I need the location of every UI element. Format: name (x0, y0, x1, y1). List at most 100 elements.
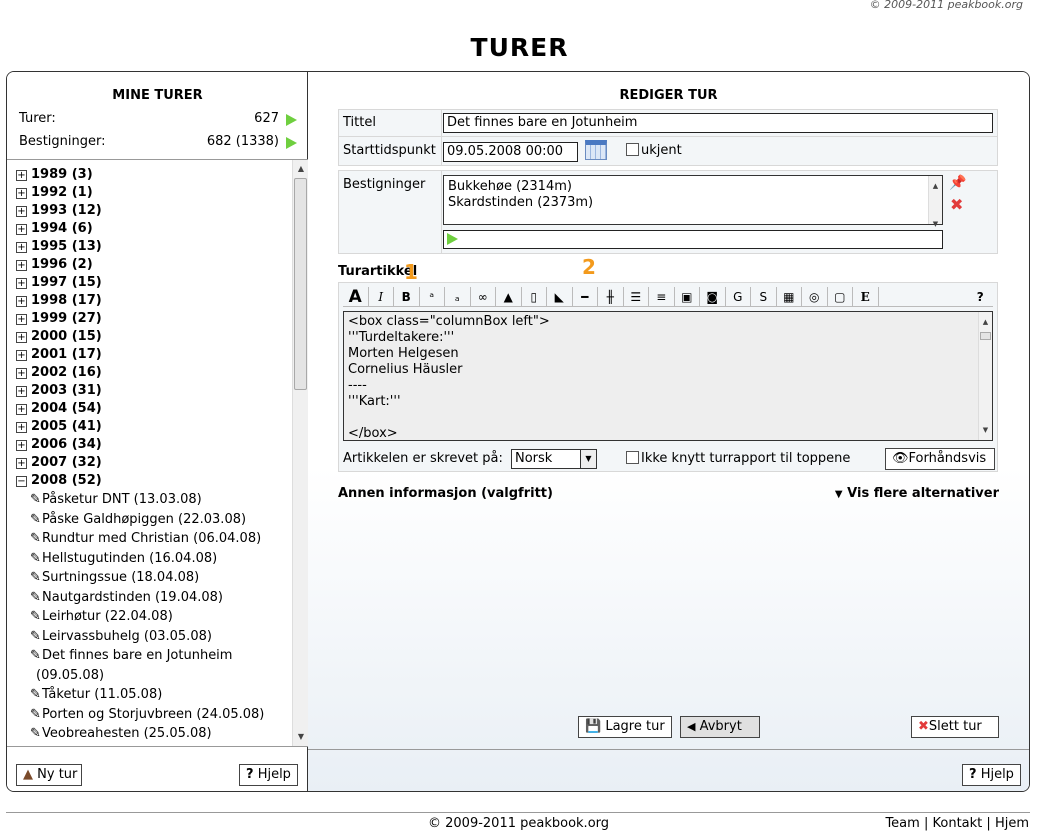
trip-item[interactable]: (09.05.08) (16, 666, 286, 686)
expand-icon[interactable]: + (16, 458, 27, 469)
year-item[interactable]: +1999 (27) (16, 310, 286, 328)
bookmark-icon[interactable]: ▯ (522, 287, 547, 307)
help-icon[interactable]: ? (968, 287, 994, 307)
expand-icon[interactable]: + (16, 296, 27, 307)
tree-scrollbar[interactable]: ▲ ▼ (292, 160, 308, 746)
trip-item[interactable]: ✎Leirhøtur (22.04.08) (16, 607, 286, 627)
scroll-down-icon[interactable]: ▼ (293, 730, 308, 744)
expand-icon[interactable]: + (16, 260, 27, 271)
footer-link-hjem[interactable]: Hjem (995, 816, 1029, 831)
expand-icon[interactable]: − (16, 476, 27, 487)
horizontal-rule-icon[interactable]: ━ (573, 287, 598, 307)
image-icon[interactable]: ▣ (675, 287, 700, 307)
year-item[interactable]: +1992 (1) (16, 184, 286, 202)
trip-item[interactable]: ✎Nautgardstinden (19.04.08) (16, 588, 286, 608)
trip-item[interactable]: ✎Rundtur med Christian (06.04.08) (16, 529, 286, 549)
trip-label[interactable]: Hellstugutinden (16.04.08) (42, 551, 217, 566)
year-item[interactable]: +1994 (6) (16, 220, 286, 238)
year-item[interactable]: +2003 (31) (16, 382, 286, 400)
right-help-button[interactable]: ? Hjelp (962, 764, 1021, 786)
subscript-icon[interactable]: ₐ (445, 287, 471, 307)
year-item[interactable]: +1998 (17) (16, 292, 286, 310)
trip-item[interactable]: ✎Surtningssue (18.04.08) (16, 568, 286, 588)
preview-button[interactable]: 👁Forhåndsvis (885, 448, 995, 470)
numbered-list-icon[interactable]: ≡ (649, 287, 675, 307)
trip-item[interactable]: ✎Påsketur DNT (13.03.08) (16, 490, 286, 510)
trip-item[interactable]: ✎Porten og Storjuvbreen (24.05.08) (16, 705, 286, 725)
calendar-icon[interactable] (585, 140, 607, 160)
year-item[interactable]: +2005 (41) (16, 418, 286, 436)
year-item[interactable]: +2001 (17) (16, 346, 286, 364)
year-item[interactable]: +1996 (2) (16, 256, 286, 274)
article-textarea[interactable]: <box class="columnBox left"> '''Turdeltak… (343, 311, 993, 441)
expand-icon[interactable]: + (16, 332, 27, 343)
trips-tree[interactable]: +1989 (3) +1992 (1) +1993 (12) +1994 (6) +19… (7, 159, 308, 747)
year-item[interactable]: +1995 (13) (16, 238, 286, 256)
year-item[interactable]: +2007 (32) (16, 454, 286, 472)
peaks-scrollbar[interactable]: ▲ ▼ (928, 176, 942, 228)
year-item[interactable]: +2006 (34) (16, 436, 286, 454)
left-help-button[interactable]: ? Hjelp (239, 764, 298, 786)
more-options-toggle[interactable]: ▼ Vis flere alternativer (835, 486, 999, 501)
euro-icon[interactable]: E (853, 287, 879, 307)
peaks-list[interactable]: Bukkehøe (2314m) Skardstinden (2373m) ▲ ▼ (443, 175, 943, 228)
trip-item[interactable]: ✎Leirvassbuhelg (03.05.08) (16, 627, 286, 647)
peak-item[interactable]: Skardstinden (2373m) (448, 195, 938, 211)
expand-icon[interactable]: + (16, 170, 27, 181)
embed-icon[interactable]: ◎ (802, 287, 828, 307)
year-item[interactable]: +2000 (15) (16, 328, 286, 346)
unknown-checkbox[interactable]: ukjent (626, 143, 682, 158)
delete-trip-button[interactable]: ✖Slett tur (911, 716, 999, 738)
trip-label[interactable]: (09.05.08) (36, 668, 104, 683)
add-peak-icon[interactable] (447, 233, 458, 245)
start-time-input[interactable]: 09.05.2008 00:00 (443, 142, 578, 162)
italic-icon[interactable]: I (369, 287, 394, 307)
trip-label[interactable]: Veobreahesten (25.05.08) (42, 726, 212, 741)
expand-icon[interactable]: + (16, 278, 27, 289)
trip-label[interactable]: Påske Galdhøpiggen (22.03.08) (42, 512, 246, 527)
trip-item[interactable]: ✎Påske Galdhøpiggen (22.03.08) (16, 510, 286, 530)
year-item[interactable]: +1997 (15) (16, 274, 286, 292)
trips-go-icon[interactable] (286, 114, 297, 126)
bold-icon[interactable]: B (394, 287, 420, 307)
superscript-icon[interactable]: ᵃ (420, 287, 445, 307)
trip-item[interactable]: ✎Veobreahesten (25.05.08) (16, 724, 286, 744)
language-select[interactable]: Norsk ▼ (511, 449, 597, 469)
expand-icon[interactable]: + (16, 422, 27, 433)
trip-label[interactable]: Surtningssue (18.04.08) (42, 570, 199, 585)
add-peak-input[interactable] (443, 230, 943, 249)
expand-icon[interactable]: + (16, 224, 27, 235)
trip-label[interactable]: Leirhøtur (22.04.08) (42, 609, 173, 624)
page-icon[interactable]: ▢ (828, 287, 853, 307)
editor-scrollbar[interactable]: ▲ ▼ (978, 312, 992, 440)
footer-link-team[interactable]: Team (885, 816, 919, 831)
film-icon[interactable]: ▦ (777, 287, 802, 307)
ascents-go-icon[interactable] (286, 137, 297, 149)
expand-icon[interactable]: + (16, 188, 27, 199)
trip-label[interactable]: Det finnes bare en Jotunheim (42, 648, 232, 663)
trip-item[interactable]: ✎Eksaktinden (30.05.08) (16, 744, 286, 747)
footer-link-kontakt[interactable]: Kontakt (933, 816, 983, 831)
pin-icon[interactable]: 📌 (949, 175, 966, 191)
expand-icon[interactable]: + (16, 440, 27, 451)
year-item[interactable]: +1989 (3) (16, 166, 286, 184)
link-icon[interactable]: ∞ (471, 287, 496, 307)
picture-icon[interactable]: ◙ (700, 287, 726, 307)
cancel-button[interactable]: ◀ Avbryt (680, 716, 760, 738)
expand-icon[interactable]: + (16, 206, 27, 217)
trip-item[interactable]: ✎Det finnes bare en Jotunheim (16, 646, 286, 666)
bullet-list-icon[interactable]: ☰ (624, 287, 649, 307)
mountain-icon[interactable]: ▲ (496, 287, 522, 307)
trip-label[interactable]: Porten og Storjuvbreen (24.05.08) (42, 707, 264, 722)
expand-icon[interactable]: + (16, 404, 27, 415)
no-link-check-box[interactable] (626, 451, 639, 464)
peak-item[interactable]: Bukkehøe (2314m) (448, 179, 938, 195)
expand-icon[interactable]: + (16, 314, 27, 325)
trip-item[interactable]: ✎Tåketur (11.05.08) (16, 685, 286, 705)
year-item[interactable]: +2002 (16) (16, 364, 286, 382)
trip-item[interactable]: ✎Hellstugutinden (16.04.08) (16, 549, 286, 569)
save-trip-button[interactable]: 💾 Lagre tur (578, 716, 672, 738)
gallery-icon[interactable]: G (726, 287, 751, 307)
expand-icon[interactable]: + (16, 368, 27, 379)
trip-label[interactable]: Eksaktinden (30.05.08) (42, 746, 194, 747)
